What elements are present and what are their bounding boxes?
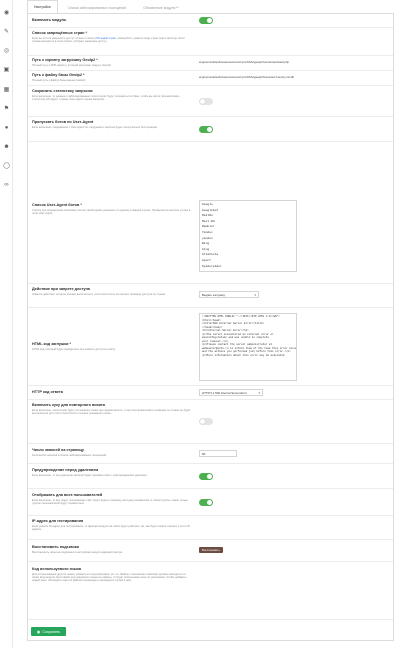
warn-delete-label: Предупреждение перед удалением [32,468,99,472]
geoip-db-input[interactable]: engine/modules/kmsaccess/country/cc/lib/… [199,75,294,79]
setting-row-show-all: Отображать для всех пользователей Если в… [28,488,393,515]
bots-list-desc: Список для определения поисковых ботов. … [32,208,191,215]
setting-row-cookie: Включить куку для повторного визита Если… [28,399,393,443]
tab-module-update[interactable]: Обновление модуля™ [136,0,185,14]
setting-row-lang: Код используемого языка Для использовани… [28,561,393,616]
geoip-script-desc: Полный путь к PHP-скрипту, который загру… [32,63,111,67]
block-action-desc: Укажите действие, которое должно выполня… [32,292,166,296]
box-icon[interactable]: ▣ [3,66,10,73]
allow-bots-toggle[interactable] [199,126,213,133]
per-page-desc: Количество записей в списке заблокирован… [32,453,107,457]
http-code-select[interactable]: HTTP/1.1 500 Internal Server Error ▾ [199,389,263,396]
per-page-input[interactable]: 50 [199,450,237,457]
warn-delete-desc: Если включено, то при удалении записей б… [32,473,148,477]
cookie-desc: Если включено, посетителю будет установл… [32,408,191,415]
footer-divider [28,619,393,620]
chevron-down-icon: ▾ [254,292,256,297]
html-code-label: HTML код заглушки * [32,342,71,346]
setting-row-restore: Восстановить подсказки Восстановить скры… [28,539,393,561]
setting-row-forbidden: Список запрещённых стран * Если вы хотит… [28,27,393,55]
code-line: <p>More information about this error may… [202,354,285,358]
user-group-icon[interactable]: ☻ [3,143,10,150]
image-icon[interactable]: ▦ [3,86,10,93]
allow-bots-label: Пропускать ботов по User-Agent [32,120,94,124]
setting-row-http-code: HTTP код ответа HTTP/1.1 500 Internal Se… [28,385,393,399]
setting-row-ip-test: IP-адрес для тестирования Если указать I… [28,515,393,539]
globe-icon[interactable]: ◯ [3,162,10,169]
lang-label: Код используемого языка [32,567,82,571]
save-icon: ▣ [36,629,41,634]
restore-label: Восстановить подсказки [32,545,79,549]
setting-row-save-stats: Сохранить статистику запросов Если включ… [28,85,393,116]
forbidden-label: Список запрещённых стран * [32,31,87,35]
ip-test-label: IP-адрес для тестирования [32,519,84,523]
per-page-label: Число записей на страницу [32,448,84,452]
ip-test-desc: Если указать IP-адрес для тестирования, … [32,524,191,531]
forbidden-desc: Если вы хотите разрешить доступ только к… [32,36,185,43]
http-code-value: HTTP/1.1 500 Internal Server Error [202,390,247,395]
wrench-icon[interactable]: ✎ [3,28,10,35]
user-icon[interactable]: ● [3,124,10,131]
enable-toggle[interactable] [199,17,213,24]
restore-desc: Восстановить скрытые подсказки в настрой… [32,550,123,554]
bots-list-textarea[interactable]: Google Googlebot MailRu Mail.RU Rambler … [199,200,297,272]
setting-row-geoip-script: Путь к скрипту загрузчику GeoIp2 * Полны… [28,55,393,70]
save-button[interactable]: ▣ Сохранить [31,627,66,636]
setting-row-allow-bots: Пропускать ботов по User-Agent Если вклю… [28,116,393,141]
save-stats-label: Сохранить статистику запросов [32,89,93,93]
dashboard-icon[interactable]: ◉ [3,9,10,16]
settings-panel: Включить модуль Список запрещённых стран… [27,13,394,641]
block-action-value: Выдать заглушку [202,292,225,297]
geoip-db-desc: Полный путь к файлу базы данных GeoIp2 [32,78,86,82]
cookie-toggle[interactable] [199,418,213,425]
bots-list-label: Список User-Agent ботов * [32,203,82,207]
block-action-label: Действие при запрете доступа [32,287,90,291]
geoip-db-label: Путь к файлу базы GeoIp2 * [32,73,85,77]
setting-row-bots-list: Список User-Agent ботов * Список для опр… [28,141,393,283]
setting-row-warn-delete: Предупреждение перед удалением Если вклю… [28,463,393,488]
setting-row-block-action: Действие при запрете доступа Укажите дей… [28,283,393,307]
list-item: Spiderpider [202,264,222,268]
lang-desc: Для использования другого языка, укажите… [32,572,187,583]
setting-row-enable: Включить модуль [28,14,393,27]
enable-label: Включить модуль [32,18,67,22]
chevron-down-icon: ▾ [258,390,260,395]
restore-button[interactable]: Восстановить [199,547,223,553]
eye-icon[interactable]: ◎ [3,47,10,54]
block-action-select[interactable]: Выдать заглушку ▾ [199,291,259,298]
geoip-script-label: Путь к скрипту загрузчику GeoIp2 * [32,58,98,62]
warn-delete-toggle[interactable] [199,473,213,480]
tab-blocked-visits[interactable]: Список заблокированных посещений [61,0,134,14]
geoip-script-input[interactable]: engine/modules/kmsaccess/country/cc/lib/… [199,60,289,64]
show-all-toggle[interactable] [199,499,213,506]
save-button-label: Сохранить [42,629,61,634]
html-code-textarea[interactable]: <!DOCTYPE HTML PUBLIC "-//IETF//DTD HTML… [199,313,297,381]
save-stats-desc: Если включено, то данные о заблокированн… [32,94,180,101]
flag-icon[interactable]: ⚑ [3,105,10,112]
main-content: Настройки Список заблокированных посещен… [14,0,399,648]
sidebar: ◉ ✎ ◎ ▣ ▦ ⚑ ● ☻ ◯ ∞ [0,0,13,648]
tab-settings[interactable]: Настройки [27,0,58,14]
setting-row-geoip-db: Путь к файлу базы GeoIp2 * Полный путь к… [28,70,393,85]
http-code-label: HTTP код ответа [32,390,63,394]
cookie-label: Включить куку для повторного визита [32,403,105,407]
save-stats-toggle[interactable] [199,98,213,105]
setting-row-html-code: HTML код заглушки * HTML код, который бу… [28,307,393,385]
setting-row-per-page: Число записей на страницу Количество зап… [28,443,393,463]
show-all-desc: Если включено, то все люди, посещающие с… [32,498,188,505]
tab-bar: Настройки Список заблокированных посещен… [27,0,189,14]
show-all-label: Отображать для всех пользователей [32,493,103,497]
html-code-desc: HTML код, который будет выводиться при з… [32,347,116,351]
allow-bots-desc: Если включено, содержимое с User-Agent и… [32,125,158,129]
link-icon[interactable]: ∞ [3,181,10,188]
